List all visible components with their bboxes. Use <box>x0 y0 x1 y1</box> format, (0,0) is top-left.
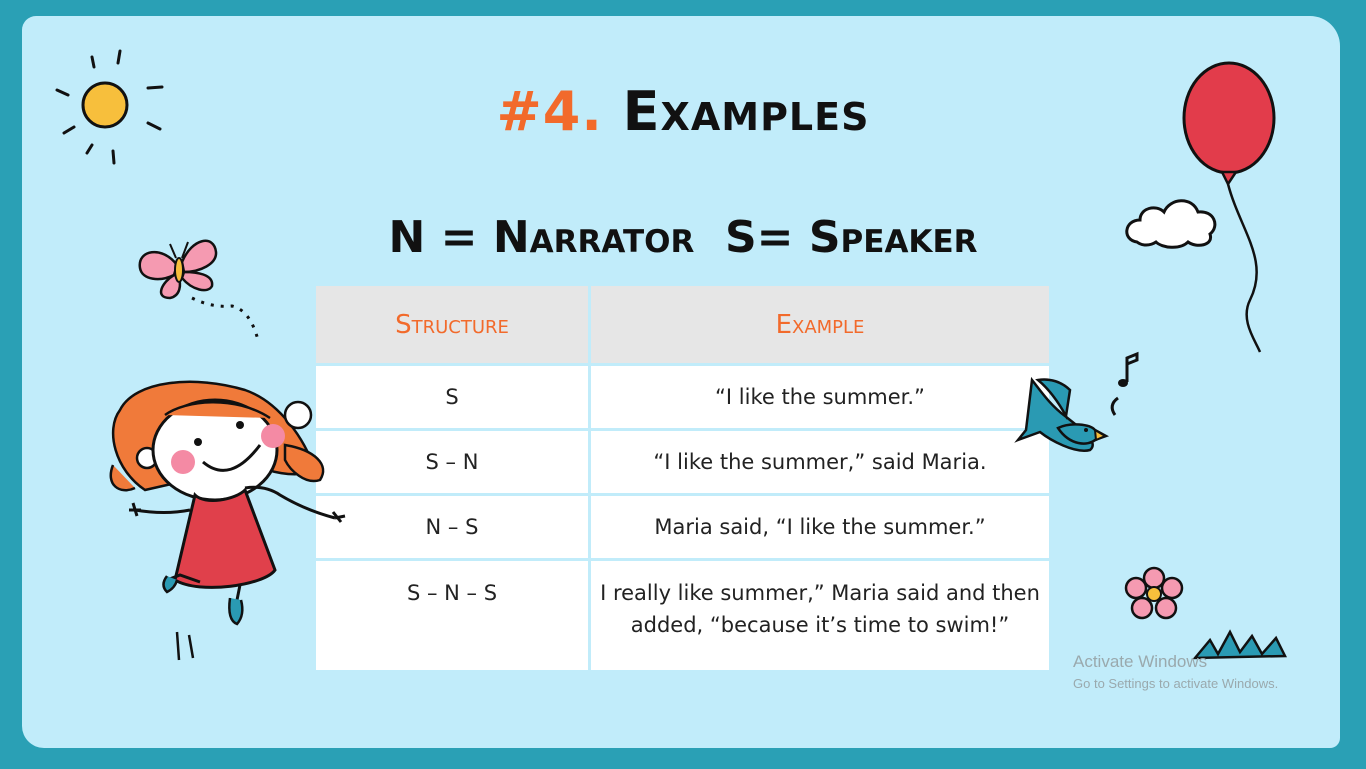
cell-structure: S – N <box>316 431 591 496</box>
cell-structure: N – S <box>316 496 591 561</box>
title-number: #4. <box>496 80 603 143</box>
table-header-row: Structure Example <box>316 286 1049 366</box>
cell-example: Maria said, “I like the summer.” <box>591 496 1049 561</box>
header-example: Example <box>591 286 1049 366</box>
sun-icon <box>55 49 164 165</box>
cell-structure: S <box>316 366 591 431</box>
table-row: S – N – S I really like summer,” Maria s… <box>316 561 1049 673</box>
cell-example: “I like the summer,” said Maria. <box>591 431 1049 496</box>
cell-structure: S – N – S <box>316 561 591 673</box>
butterfly-icon <box>138 239 260 341</box>
watermark-subtitle: Go to Settings to activate Windows. <box>1073 676 1279 691</box>
header-structure: Structure <box>316 286 591 366</box>
title-text: Examples <box>622 80 870 143</box>
cell-example: I really like summer,” Maria said and th… <box>591 561 1049 673</box>
cell-example: “I like the summer.” <box>591 366 1049 431</box>
table-row: S “I like the summer.” <box>316 366 1049 431</box>
girl-illustration <box>109 380 346 661</box>
table-row: S – N “I like the summer,” said Maria. <box>316 431 1049 496</box>
cell-example-line: added, “because it’s time to swim!” <box>630 613 1010 637</box>
activate-windows-watermark: Activate Windows Go to Settings to activ… <box>1073 652 1278 691</box>
slide-title: #4. Examples <box>0 80 1366 143</box>
cloud-icon <box>1125 199 1217 249</box>
flower-icon <box>1124 566 1184 620</box>
cell-example-line: I really like summer,” Maria said and th… <box>600 581 1040 605</box>
watermark-title: Activate Windows <box>1073 652 1208 671</box>
music-note-icon <box>1118 351 1139 387</box>
examples-table: Structure Example S “I like the summer.”… <box>316 286 1049 673</box>
table-row: N – S Maria said, “I like the summer.” <box>316 496 1049 561</box>
